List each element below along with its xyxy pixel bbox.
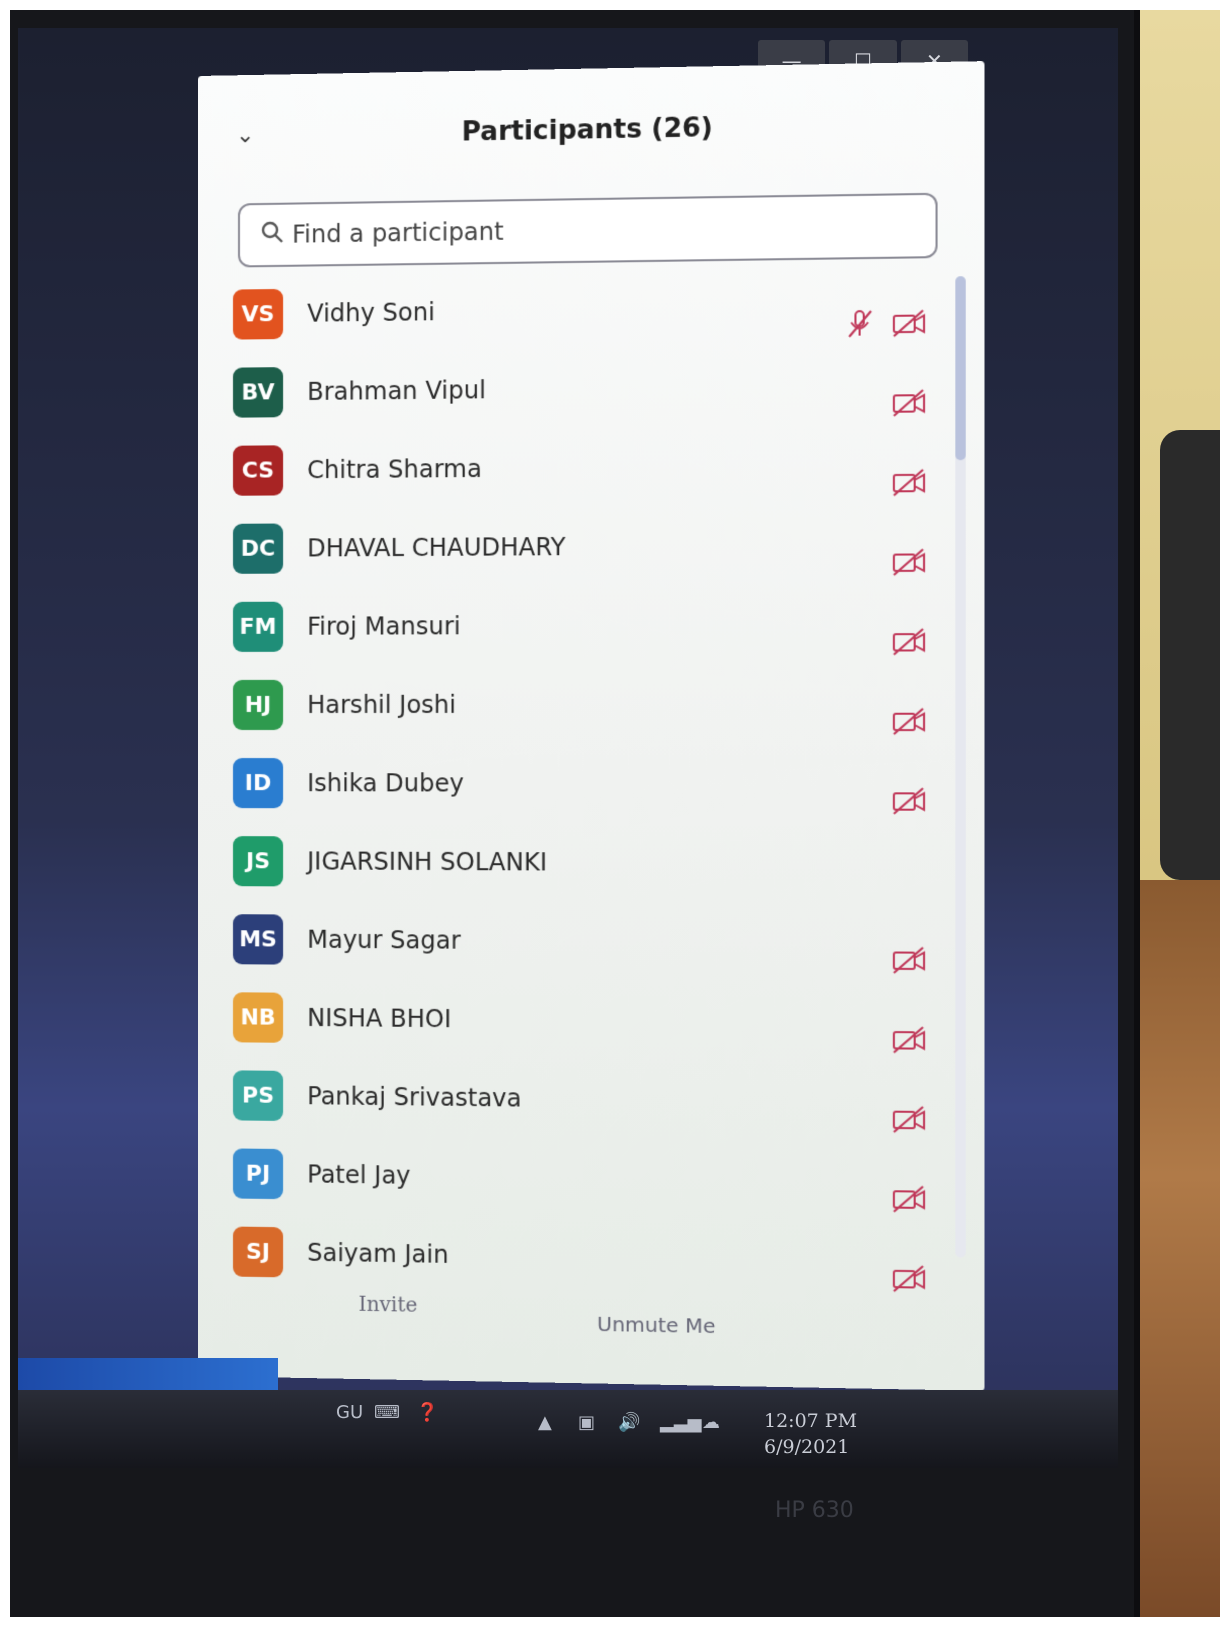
participant-row[interactable]: ID Ishika Dubey	[233, 744, 948, 824]
avatar: PJ	[233, 1148, 283, 1199]
invite-button[interactable]: Invite	[359, 1292, 418, 1317]
taskbar: GU ⌨ ❓ ▲ ▣ 🔊 ▂▃▅ ☁ 12:07 PM 6/9/2021	[18, 1390, 1118, 1468]
participant-status	[892, 944, 927, 975]
panel-title: Participants (26)	[198, 108, 985, 152]
participant-name: Mayur Sagar	[307, 926, 461, 955]
video-off-icon[interactable]	[892, 387, 927, 418]
search-icon	[260, 220, 284, 250]
participant-status	[892, 1103, 927, 1134]
participant-name: Ishika Dubey	[307, 769, 464, 797]
avatar: NB	[233, 992, 283, 1043]
panel-header: ⌄ Participants (26)	[198, 100, 985, 164]
tray-expand-icon[interactable]: ▲	[538, 1412, 552, 1433]
video-off-icon[interactable]	[892, 785, 927, 816]
participant-row[interactable]: FM Firoj Mansuri	[233, 585, 948, 666]
participant-row[interactable]: CS Chitra Sharma	[233, 426, 948, 510]
participant-name: Vidhy Soni	[307, 298, 435, 328]
participant-name: Pankaj Srivastava	[307, 1082, 521, 1112]
scroll-thumb[interactable]	[955, 276, 965, 460]
participant-status	[892, 387, 927, 418]
cloud-icon[interactable]: ☁	[702, 1412, 720, 1433]
participant-status	[892, 546, 927, 577]
video-off-icon[interactable]	[892, 307, 927, 338]
avatar: SJ	[233, 1227, 283, 1278]
participant-status	[844, 307, 927, 339]
network-device-icon[interactable]: ▣	[578, 1412, 595, 1433]
clock-date: 6/9/2021	[764, 1434, 857, 1460]
video-off-icon[interactable]	[892, 944, 927, 975]
participant-name: Chitra Sharma	[307, 455, 482, 484]
participant-row[interactable]: HJ Harshil Joshi	[233, 665, 948, 745]
participant-list: VS Vidhy Soni BV Brahman Vipul CS Chitra Shar…	[233, 266, 948, 1302]
participant-row[interactable]: DC DHAVAL CHAUDHARY	[233, 505, 948, 588]
video-off-icon[interactable]	[892, 626, 927, 657]
volume-icon[interactable]: 🔊	[618, 1412, 640, 1433]
participant-row[interactable]: JS JIGARSINH SOLANKI	[233, 822, 948, 904]
clock-time: 12:07 PM	[764, 1408, 857, 1434]
participant-name: Firoj Mansuri	[307, 612, 460, 641]
language-indicator[interactable]: GU	[336, 1402, 363, 1423]
video-off-icon[interactable]	[892, 1263, 927, 1294]
search-input[interactable]	[292, 212, 905, 249]
laptop-brand-label: HP 630	[775, 1498, 854, 1523]
taskbar-clock[interactable]: 12:07 PM 6/9/2021	[764, 1408, 857, 1460]
participants-panel: ⌄ Participants (26) VS Vidhy Soni BV Brahma…	[198, 61, 985, 1391]
participant-status	[892, 467, 927, 498]
participant-status	[892, 706, 927, 737]
signal-icon[interactable]: ▂▃▅	[660, 1412, 702, 1433]
search-box[interactable]	[238, 193, 938, 268]
video-off-icon[interactable]	[892, 706, 927, 737]
avatar: CS	[233, 445, 283, 495]
avatar: HJ	[233, 680, 283, 730]
participant-status	[892, 1024, 927, 1055]
video-off-icon[interactable]	[892, 1103, 927, 1134]
avatar: PS	[233, 1070, 283, 1121]
room-chair	[1160, 430, 1220, 880]
laptop-bezel: — ☐ ✕ ⌄ Participants (26) VSVidhy SoniBV…	[10, 10, 1140, 1617]
scrollbar[interactable]	[955, 276, 965, 1257]
mic-muted-icon[interactable]	[844, 308, 879, 339]
avatar: FM	[233, 602, 283, 652]
video-off-icon[interactable]	[892, 1024, 927, 1055]
unmute-me-button[interactable]: Unmute Me	[597, 1312, 715, 1338]
participant-status	[892, 1263, 927, 1294]
participant-row[interactable]: PJ Patel Jay	[233, 1134, 948, 1222]
keyboard-icon[interactable]: ⌨	[374, 1402, 400, 1423]
participant-status	[892, 626, 927, 657]
participant-name: NISHA BHOI	[307, 1004, 451, 1033]
participant-name: DHAVAL CHAUDHARY	[307, 533, 565, 563]
participant-name: Brahman Vipul	[307, 376, 486, 406]
video-off-icon[interactable]	[892, 546, 927, 577]
panel-footer: Invite Unmute Me	[198, 1281, 985, 1355]
laptop-screen: — ☐ ✕ ⌄ Participants (26) VSVidhy SoniBV…	[18, 28, 1118, 1468]
participant-name: Harshil Joshi	[307, 691, 456, 719]
participant-row[interactable]: MS Mayur Sagar	[233, 900, 948, 983]
participant-status	[892, 785, 927, 816]
photo-background: — ☐ ✕ ⌄ Participants (26) VSVidhy SoniBV…	[10, 10, 1220, 1617]
participant-name: Patel Jay	[307, 1160, 410, 1189]
help-icon[interactable]: ❓	[416, 1402, 438, 1423]
participant-row[interactable]: PS Pankaj Srivastava	[233, 1056, 948, 1143]
participant-row[interactable]: NB NISHA BHOI	[233, 978, 948, 1063]
participant-row[interactable]: VS Vidhy Soni	[233, 266, 948, 353]
participant-name: Saiyam Jain	[307, 1239, 448, 1269]
avatar: VS	[233, 289, 283, 340]
avatar: JS	[233, 836, 283, 886]
participant-name: JIGARSINH SOLANKI	[307, 847, 547, 876]
participant-status	[892, 1183, 927, 1214]
video-off-icon[interactable]	[892, 1183, 927, 1214]
video-off-icon[interactable]	[892, 467, 927, 498]
avatar: MS	[233, 914, 283, 964]
avatar: ID	[233, 758, 283, 808]
avatar: BV	[233, 367, 283, 418]
avatar: DC	[233, 523, 283, 573]
participant-row[interactable]: BV Brahman Vipul	[233, 346, 948, 432]
